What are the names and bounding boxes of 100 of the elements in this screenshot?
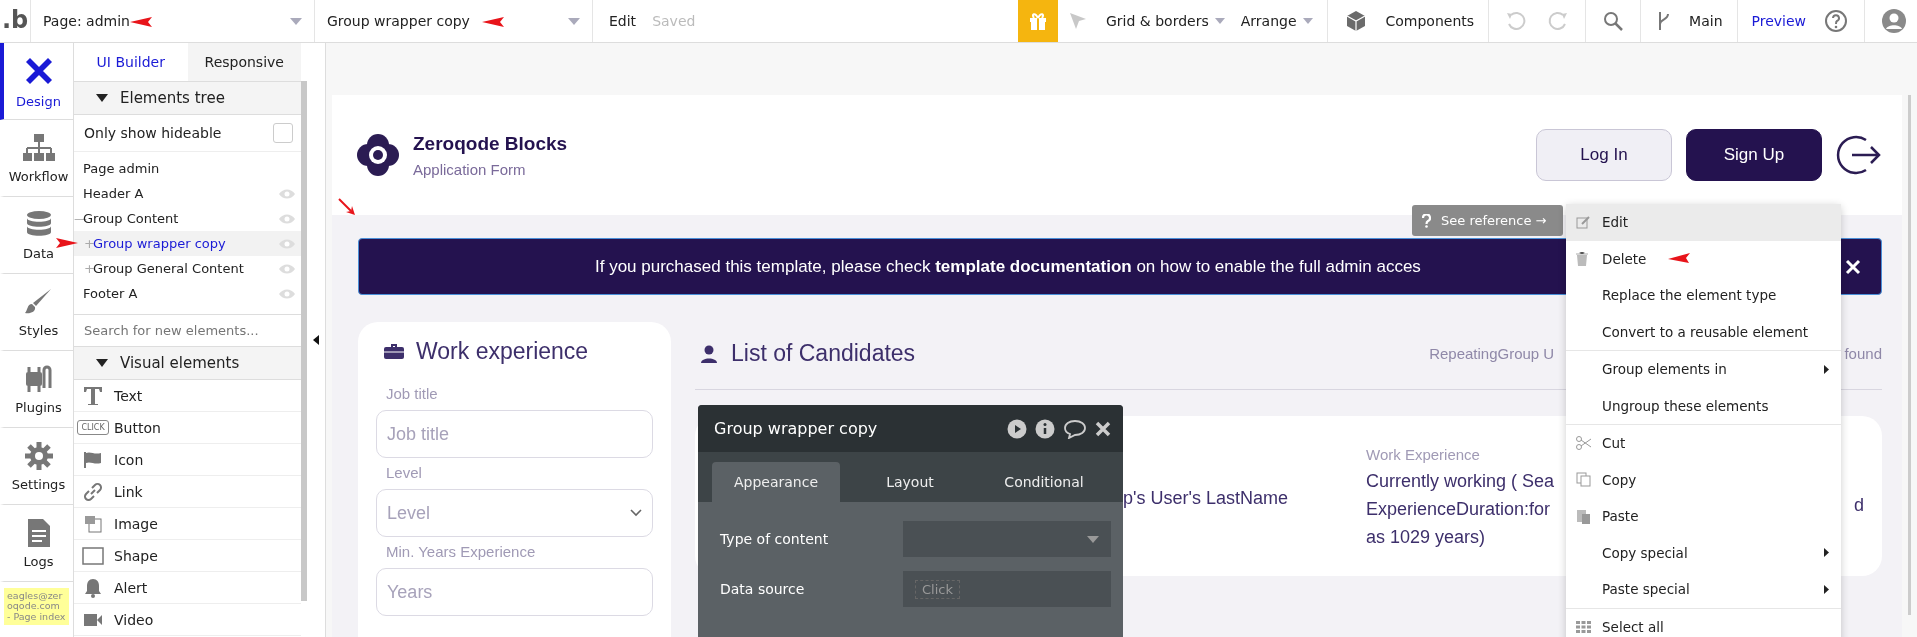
menu-item[interactable]: Paste [1566,498,1841,535]
tree-item[interactable]: +Group General Content [74,256,301,281]
avatar-icon[interactable] [1881,8,1907,34]
tree-item[interactable]: Footer A [74,281,301,306]
tree-item[interactable]: +Group wrapper copy [74,231,301,256]
question-icon [1422,213,1431,228]
element-item[interactable]: Link [74,476,301,508]
menu-item[interactable]: Copy [1566,461,1841,498]
menu-item[interactable]: Replace the element type [1566,277,1841,314]
nav-tab[interactable]: Plugins [0,351,73,428]
element-label: Alert [114,579,148,596]
menu-item[interactable]: Select all [1566,608,1841,637]
annotation-arrow [482,17,504,27]
annotation-arrow [1668,253,1690,263]
brand-subtitle: Application Form [413,160,527,178]
save-status: Saved [652,13,696,29]
element-item[interactable]: CLICK Button [74,412,301,444]
banner-text: If you purchased this template, please check template documentation on how to enable the full admin acces [595,256,1421,277]
play-icon[interactable] [1007,418,1027,439]
element-item[interactable]: Image [74,508,301,540]
element-item[interactable]: Icon [74,444,301,476]
arrange-menu[interactable]: Arrange [1240,13,1313,29]
login-button[interactable]: Log In [1536,129,1672,181]
gift-button[interactable] [1018,0,1058,42]
card-title: Work experience [416,338,589,365]
caret-icon [1214,18,1225,24]
plug-icon [23,363,54,394]
element-item[interactable]: Shape [74,540,301,572]
search-icon[interactable] [1602,10,1625,32]
checkbox[interactable] [273,123,293,143]
element-label: Icon [114,451,144,468]
branch-icon[interactable] [1657,10,1672,32]
menu-item[interactable]: Paste special [1566,571,1841,608]
components-button[interactable]: Components [1385,13,1475,29]
comment-icon[interactable] [1063,418,1087,439]
help-icon[interactable] [1824,9,1848,33]
menu-item[interactable]: Edit [1566,204,1841,241]
nav-tab[interactable]: Styles [0,274,73,351]
panel-tab[interactable]: Layout [846,462,974,502]
menu-item[interactable]: Copy special [1566,534,1841,571]
bell-icon [84,577,102,598]
element-label: Button [114,419,161,436]
submenu-arrow-icon [1824,364,1829,374]
annotation-arrow [130,17,152,27]
input-field[interactable]: Job title [376,410,653,458]
briefcase-icon [384,343,404,360]
rectangle-icon [82,546,104,565]
work-experience-text: Currently working ( Sea [1366,470,1555,493]
gear-icon [23,440,54,471]
field-label: Level [385,464,423,481]
collapse-icon[interactable] [313,335,319,345]
close-icon[interactable] [1095,420,1111,437]
tree-item[interactable]: Page admin [74,156,301,181]
section-header[interactable]: Elements tree [74,82,301,115]
nav-tab[interactable]: Workflow [0,120,73,197]
clipboard-icon [1576,508,1591,524]
panel-tab[interactable]: Conditional [980,462,1108,502]
property-label: Data source [720,581,805,597]
flag-icon [83,449,103,470]
preview-link[interactable]: Preview [1751,13,1806,29]
grid-borders-menu[interactable]: Grid & borders [1106,13,1225,29]
gift-icon [1027,10,1049,32]
section-header[interactable]: Visual elements [74,347,301,380]
element-label: Image [114,515,158,532]
link-icon [83,481,103,502]
letter-t-icon [83,385,103,406]
element-item[interactable]: Alert [74,572,301,604]
brand-logo-icon [357,133,399,177]
panel-tab[interactable]: Appearance [712,462,840,502]
menu-item[interactable]: Cut [1566,425,1841,462]
element-label: Video [114,611,154,628]
element-item[interactable]: Text [74,380,301,412]
caret-icon [96,94,108,102]
menu-item[interactable]: Delete [1566,240,1841,277]
tree-item[interactable]: Header A [74,181,301,206]
input-field[interactable]: Years [376,568,653,616]
element-item[interactable]: Video [74,604,301,636]
info-icon[interactable] [1035,418,1055,439]
candidate-text: d [1854,495,1864,516]
menu-item[interactable]: Convert to a reusable element [1566,313,1841,350]
edit-link[interactable]: Edit [609,13,637,29]
menu-item[interactable]: Ungroup these elements [1566,387,1841,424]
logo[interactable]: .b [0,0,31,42]
branch-selector[interactable]: Main [1689,13,1723,29]
repeating-group-note: RepeatingGroup U [1429,345,1555,362]
submenu-arrow-icon [1824,548,1829,558]
caret-icon [1087,535,1099,543]
list-title: List of Candidates [731,340,916,367]
signup-button[interactable]: Sign Up [1686,129,1822,181]
grid-icon [1576,620,1591,633]
work-experience-text: ExperienceDuration:for [1366,498,1552,521]
element-label: Text [114,387,143,404]
nav-tab[interactable]: Logs [0,505,73,582]
work-experience-label: Work Experience [1366,446,1481,463]
nav-tab[interactable]: Settings [0,428,73,505]
caret-icon [1302,18,1313,24]
annotation-arrow [56,238,78,248]
annotation-arrow [338,198,356,216]
menu-item[interactable]: Group elements in [1566,351,1841,388]
panel-tab[interactable]: Responsive [187,43,301,81]
